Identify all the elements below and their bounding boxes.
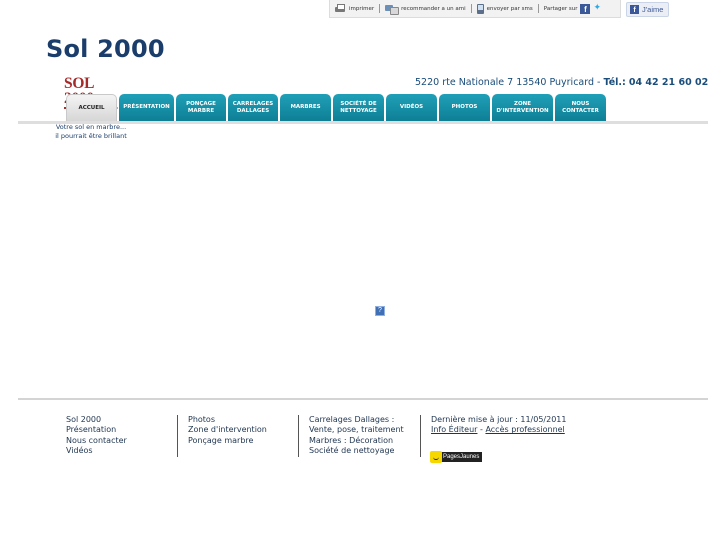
footer-divider (18, 398, 708, 400)
info-editeur-link[interactable]: Info Éditeur (431, 425, 477, 434)
sms-label: envoyer par sms (486, 5, 533, 12)
recommend-label: recommander a un ami (401, 5, 466, 12)
printer-icon (334, 4, 346, 13)
twitter-icon[interactable]: ✦ (593, 4, 604, 13)
footer-col-3: Carrelages Dallages : Vente, pose, trait… (298, 415, 420, 457)
print-link[interactable]: imprimer (334, 4, 374, 13)
toolbar-divider (470, 4, 472, 13)
like-label: J'aime (642, 5, 664, 14)
tab-carrelages-dallages[interactable]: Carrelages Dallages (228, 94, 278, 121)
footer-link[interactable]: Carrelages Dallages : (309, 415, 420, 425)
tagline: Votre sol en marbre... il pourrait être … (48, 123, 134, 140)
tagline-line2: il pourrait être brillant (55, 131, 127, 140)
tel-label: Tél.: (603, 77, 626, 88)
footer-link[interactable]: Ponçage marbre (188, 436, 297, 446)
toolbar-divider (537, 4, 539, 13)
sms-link[interactable]: envoyer par sms (476, 3, 533, 14)
tab-photos[interactable]: Photos (439, 94, 490, 121)
mobile-phone-icon (476, 3, 484, 14)
toolbar-divider (379, 4, 381, 13)
tagline-line1: Votre sol en marbre... (55, 123, 127, 131)
tab-label: Photos (451, 104, 478, 111)
tab-label-line2: nettoyage (340, 107, 377, 114)
footer-link[interactable]: Société de nettoyage (309, 446, 420, 456)
last-update: Dernière mise à jour : 11/05/2011 (431, 415, 567, 424)
footer-link[interactable]: Présentation (66, 425, 176, 435)
tab-label-line2: marbre (187, 107, 215, 114)
share-on-label: Partager sur (543, 5, 578, 12)
tab-label: Accueil (78, 104, 105, 111)
print-label: imprimer (349, 5, 375, 12)
site-title: Sol 2000 (46, 35, 165, 63)
facebook-like-button[interactable]: f J'aime (626, 2, 669, 17)
tab-societe-nettoyage[interactable]: Société de nettoyage (333, 94, 384, 121)
address: 5220 rte Nationale 7 13540 Puyricard (415, 77, 595, 88)
facebook-icon[interactable]: f (580, 3, 591, 14)
recommend-link[interactable]: recommander a un ami (385, 4, 466, 15)
logo[interactable]: SOL 2000 (64, 76, 120, 109)
footer-dash: - (480, 425, 483, 435)
footer-link[interactable]: Vente, pose, traitement (309, 425, 420, 435)
acces-pro-link[interactable]: Accès professionnel (485, 425, 564, 434)
contact-info: 5220 rte Nationale 7 13540 Puyricard - T… (415, 77, 708, 88)
tab-label: Présentation (123, 104, 170, 111)
email-friend-icon (385, 4, 400, 15)
pagesjaunes-icon (430, 451, 442, 463)
tab-presentation[interactable]: Présentation (119, 94, 174, 121)
tab-label-line2: Dallages (236, 107, 270, 114)
phone-number: 04 42 21 60 02 (628, 77, 709, 88)
footer-link[interactable]: Photos (188, 415, 297, 425)
contact-dash: - (597, 77, 601, 88)
footer-link[interactable]: Nous contacter (66, 436, 176, 446)
pagesjaunes-badge[interactable]: PagesJaunes (430, 450, 496, 464)
footer-col-1: Sol 2000 Présentation Nous contacter Vid… (66, 415, 176, 457)
tab-zone-intervention[interactable]: Zone d'intervention (492, 94, 553, 121)
pagesjaunes-label: PagesJaunes (440, 452, 483, 462)
facebook-icon: f (630, 5, 639, 14)
footer-link[interactable]: Vidéos (66, 446, 176, 456)
footer-link[interactable]: Zone d'intervention (188, 425, 297, 435)
share-on: Partager sur f ✦ (543, 3, 605, 14)
tab-accueil[interactable]: Accueil (66, 94, 117, 121)
tab-label-line2: contacter (562, 107, 599, 114)
tab-videos[interactable]: Vidéos (386, 94, 437, 121)
tab-label: Marbres (290, 104, 321, 111)
tab-marbres[interactable]: Marbres (280, 94, 331, 121)
tab-label-line2: d'intervention (496, 107, 549, 114)
tab-nous-contacter[interactable]: Nous contacter (555, 94, 606, 121)
tab-poncage-marbre[interactable]: Ponçage marbre (176, 94, 226, 121)
footer-link[interactable]: Sol 2000 (66, 415, 176, 425)
missing-plugin-icon[interactable]: ? (375, 306, 385, 316)
share-toolbar: imprimer recommander a un ami envoyer pa… (329, 0, 621, 18)
footer-link[interactable]: Marbres : Décoration (309, 436, 420, 446)
footer-admin-links: Info Éditeur - Accès professionnel (431, 425, 590, 435)
tab-label: Vidéos (399, 104, 424, 111)
main-nav: Accueil Présentation Ponçage marbre Carr… (66, 94, 606, 121)
footer-col-2: Photos Zone d'intervention Ponçage marbr… (177, 415, 297, 457)
